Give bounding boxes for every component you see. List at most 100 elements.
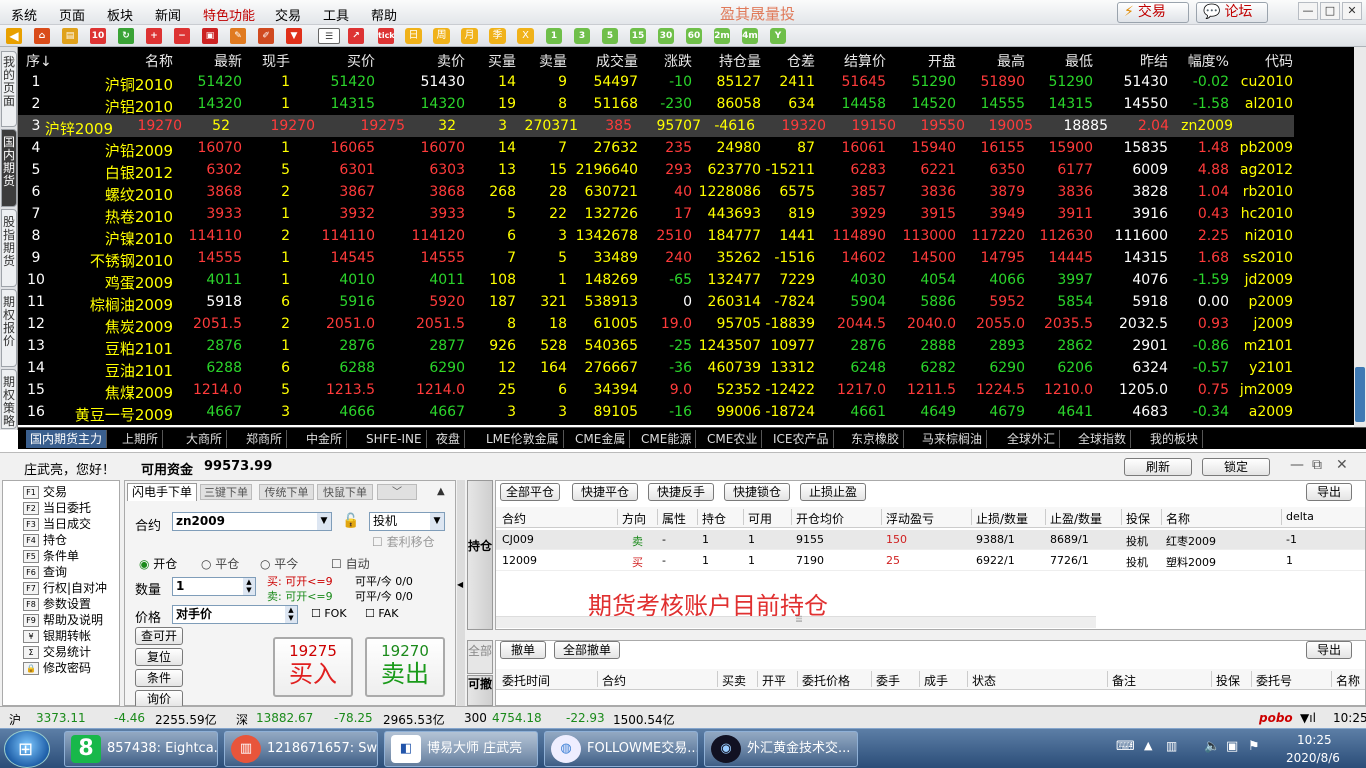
header-open-interest[interactable]: 持仓量: [719, 51, 761, 71]
column-divider[interactable]: [971, 509, 972, 525]
positions-col-header[interactable]: 投保: [1126, 510, 1150, 527]
period-x-button[interactable]: X: [517, 28, 534, 44]
zoom-in-icon[interactable]: +: [146, 28, 162, 44]
positions-col-header[interactable]: 持仓: [702, 510, 726, 527]
quote-scrollbar[interactable]: [1354, 47, 1366, 427]
header-bid[interactable]: 买价: [347, 51, 375, 71]
left-tab-index-futures[interactable]: 股指期货: [1, 209, 17, 287]
function-menu-item[interactable]: F8 参数设置: [23, 595, 91, 611]
tick-button[interactable]: tick: [378, 28, 395, 44]
function-menu-item[interactable]: Σ 交易统计: [23, 643, 91, 659]
market-tab[interactable]: 大商所: [182, 430, 228, 448]
left-tab-domestic-futures[interactable]: 国内期货: [1, 129, 17, 207]
column-divider[interactable]: [717, 671, 718, 687]
computer-icon[interactable]: ▣: [1226, 739, 1238, 754]
hour-4-button[interactable]: 4m: [742, 28, 758, 44]
signal-filter-icon[interactable]: ▼ıl: [1300, 711, 1316, 725]
quote-row[interactable]: 11 棕榈油2009 5918 6 5916 5920 187 321 538913 0 26031…: [18, 291, 1354, 314]
orders-col-header[interactable]: 成手: [924, 672, 948, 689]
quote-row[interactable]: 7 热卷2010 3933 1 3932 3933 5 22 132726 17 443693 819…: [18, 203, 1354, 226]
taskbar-item-forex[interactable]: ◉ 外汇黄金技术交...: [704, 731, 858, 767]
period-week-button[interactable]: 周: [433, 28, 450, 44]
arbitrage-roll-checkbox[interactable]: ☐ 套利移仓: [372, 533, 435, 550]
open-radio[interactable]: ◉ 开仓: [139, 555, 177, 572]
tab-all-orders[interactable]: 全部: [467, 640, 493, 674]
header-low[interactable]: 最低: [1065, 51, 1093, 71]
function-menu-item[interactable]: F7 行权|自对冲: [23, 579, 107, 595]
condition-button[interactable]: 条件: [135, 669, 183, 687]
query-available-button[interactable]: 查可开: [135, 627, 183, 645]
column-divider[interactable]: [919, 671, 920, 687]
left-tab-option-strategy[interactable]: 期权策略: [1, 369, 17, 429]
quote-row[interactable]: 4 沪铅2009 16070 1 16065 16070 14 7 27632 235 24980 8…: [18, 137, 1354, 160]
header-code[interactable]: 代码: [1265, 51, 1293, 71]
tab-cancelable-orders[interactable]: 可撤: [467, 675, 493, 706]
orders-col-header[interactable]: 名称: [1336, 672, 1360, 689]
draw-icon[interactable]: ✎: [230, 28, 246, 44]
market-tab[interactable]: 上期所: [118, 430, 164, 448]
reset-button[interactable]: 复位: [135, 648, 183, 666]
home-icon[interactable]: ⌂: [34, 28, 50, 44]
header-high[interactable]: 最高: [997, 51, 1025, 71]
taskbar-item-followme[interactable]: ◍ FOLLOWME交易...: [544, 731, 698, 767]
f10-icon[interactable]: 10: [90, 28, 106, 44]
column-divider[interactable]: [1281, 509, 1282, 525]
column-divider[interactable]: [797, 671, 798, 687]
tray-expand-icon[interactable]: ▲: [1144, 739, 1152, 752]
filter-icon[interactable]: ▼: [286, 28, 302, 44]
quick-lock-button[interactable]: 快捷锁仓: [724, 483, 790, 501]
quote-row[interactable]: 6 螺纹2010 3868 2 3867 3868 268 28 630721 40 1228086…: [18, 181, 1354, 204]
menu-system[interactable]: 系统: [11, 5, 37, 24]
column-divider[interactable]: [871, 671, 872, 687]
orders-col-header[interactable]: 买卖: [722, 672, 746, 689]
menu-features[interactable]: 特色功能: [203, 5, 255, 24]
hour-2-button[interactable]: 2m: [714, 28, 730, 44]
taskbar-item-boyi[interactable]: ◧ 博易大师 庄武亮: [384, 731, 538, 767]
fok-checkbox[interactable]: ☐ FOK: [311, 607, 347, 620]
column-divider[interactable]: [881, 509, 882, 525]
splitter[interactable]: ◀: [457, 480, 465, 706]
hedge-type-select[interactable]: 投机 ▼: [369, 512, 445, 531]
quick-close-button[interactable]: 快捷平仓: [572, 483, 638, 501]
volume-icon[interactable]: 🔈: [1204, 739, 1220, 754]
function-menu-item[interactable]: F2 当日委托: [23, 499, 91, 515]
brush-icon[interactable]: ✐: [258, 28, 274, 44]
trade-button[interactable]: ⚡ 交易: [1117, 2, 1189, 23]
positions-hscroll[interactable]: ⦙⦙⦙: [496, 615, 1096, 628]
header-change[interactable]: 涨跌: [664, 51, 692, 71]
market-tab[interactable]: 全球指数: [1074, 430, 1132, 448]
header-cur-lots[interactable]: 现手: [262, 51, 290, 71]
buy-button[interactable]: 19275 买入: [273, 637, 353, 697]
lock-button[interactable]: 锁定: [1202, 458, 1270, 476]
panel-minimize-icon[interactable]: —: [1290, 457, 1304, 473]
menu-trade[interactable]: 交易: [275, 5, 301, 24]
window-icon[interactable]: ▣: [202, 28, 218, 44]
quote-row[interactable]: 1 沪铜2010 51420 1 51420 51430 14 9 54497 -10 85127 2…: [18, 71, 1354, 94]
column-divider[interactable]: [697, 509, 698, 525]
minute-5-button[interactable]: 5: [602, 28, 618, 44]
market-tab[interactable]: 全球外汇: [1003, 430, 1061, 448]
export-orders-button[interactable]: 导出: [1306, 641, 1352, 659]
year-button[interactable]: Y: [770, 28, 786, 44]
contract-select[interactable]: zn2009 ▼: [172, 512, 332, 531]
quote-row[interactable]: 16 黄豆一号2009 4667 3 4666 4667 3 3 89105 -16 99006 -1…: [18, 401, 1354, 424]
market-tab[interactable]: 东京橡胶: [847, 430, 905, 448]
close-all-button[interactable]: 全部平仓: [500, 483, 560, 501]
period-month-button[interactable]: 月: [461, 28, 478, 44]
column-divider[interactable]: [1107, 671, 1108, 687]
book-icon[interactable]: ▤: [62, 28, 78, 44]
stepper-arrows-icon[interactable]: ▲ ▼: [243, 578, 255, 595]
panel-close-icon[interactable]: ✕: [1336, 457, 1348, 473]
minute-3-button[interactable]: 3: [574, 28, 590, 44]
menu-tools[interactable]: 工具: [323, 5, 349, 24]
market-tab[interactable]: 国内期货主力: [26, 430, 108, 448]
market-tab[interactable]: CME农业: [703, 430, 763, 448]
quote-row[interactable]: 14 豆油2101 6288 6 6288 6290 12 164 276667 -36 46073…: [18, 357, 1354, 380]
menu-page[interactable]: 页面: [59, 5, 85, 24]
positions-col-header[interactable]: 止盈/数量: [1050, 510, 1102, 527]
column-divider[interactable]: [1211, 671, 1212, 687]
positions-col-header[interactable]: 属性: [662, 510, 686, 527]
function-menu-item[interactable]: F4 持仓: [23, 531, 67, 547]
quote-row[interactable]: 12 焦炭2009 2051.5 2 2051.0 2051.5 8 18 61005 19.0 9…: [18, 313, 1354, 336]
header-last[interactable]: 最新: [214, 51, 242, 71]
